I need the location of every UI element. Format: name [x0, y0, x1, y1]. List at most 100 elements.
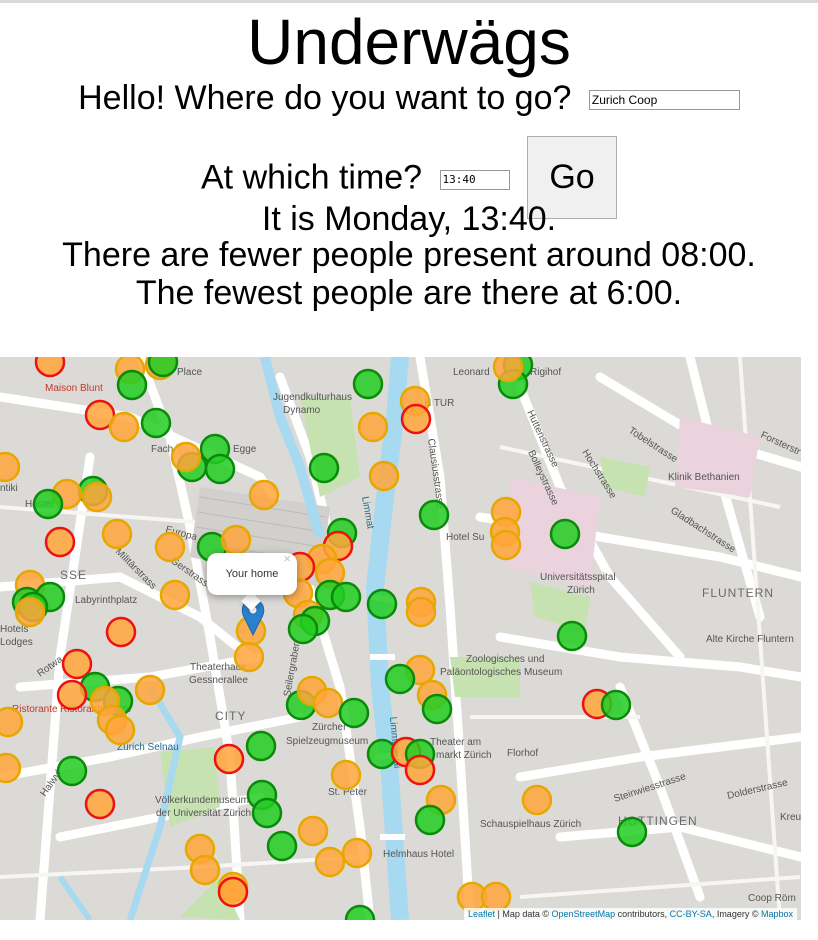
busyness-marker[interactable] [405, 596, 437, 628]
mapbox-link[interactable]: Mapbox [761, 909, 793, 919]
busyness-marker[interactable] [297, 815, 329, 847]
busyness-marker[interactable] [368, 460, 400, 492]
busyness-marker[interactable] [56, 679, 88, 711]
busyness-marker[interactable] [116, 369, 148, 401]
map-label: der Universität Zürich [156, 808, 251, 819]
busyness-marker[interactable] [81, 481, 113, 513]
busyness-marker[interactable] [217, 876, 249, 908]
busyness-marker[interactable] [490, 529, 522, 561]
busyness-marker[interactable] [134, 674, 166, 706]
map-label: Leonard [453, 367, 490, 378]
map-label: Zürcher [312, 722, 347, 733]
busyness-marker[interactable] [308, 452, 340, 484]
busyness-marker[interactable] [480, 881, 512, 913]
busyness-marker[interactable] [0, 706, 24, 738]
busyness-marker[interactable] [330, 581, 362, 613]
map-label: Spielzeugmuseum [286, 736, 368, 747]
busyness-marker[interactable] [314, 846, 346, 878]
busyness-marker[interactable] [616, 816, 648, 848]
popup-close-icon[interactable]: × [283, 538, 291, 580]
busyness-marker[interactable] [34, 357, 66, 378]
busyness-marker[interactable] [61, 648, 93, 680]
openstreetmap-link[interactable]: OpenStreetMap [552, 909, 616, 919]
busyness-marker[interactable] [170, 441, 202, 473]
destination-row: Hello! Where do you want to go? [0, 78, 818, 118]
map-label: Gessnerallee [189, 675, 248, 686]
map-label: markt Zürich [436, 750, 492, 761]
busyness-marker[interactable] [600, 689, 632, 721]
busyness-marker[interactable] [418, 499, 450, 531]
top-border [0, 0, 818, 3]
busyness-marker[interactable] [330, 759, 362, 791]
busyness-marker[interactable] [44, 526, 76, 558]
busyness-marker[interactable] [204, 453, 236, 485]
busyness-marker[interactable] [357, 411, 389, 443]
busyness-marker[interactable] [492, 357, 524, 383]
map-label: Dynamo [283, 405, 321, 416]
map-label: Universitätsspital [540, 572, 616, 583]
map-label: Florhof [507, 748, 538, 759]
busyness-marker[interactable] [105, 616, 137, 648]
busyness-marker[interactable] [404, 754, 436, 786]
map-label: Egge [233, 444, 257, 455]
busyness-marker[interactable] [338, 697, 370, 729]
busyness-marker[interactable] [248, 479, 280, 511]
busyness-marker[interactable] [366, 588, 398, 620]
map-label: ntiki [0, 483, 18, 494]
busyness-marker[interactable] [213, 743, 245, 775]
busyness-marker[interactable] [14, 596, 46, 628]
map-label: Zoologisches und [466, 654, 544, 665]
busyness-marker[interactable] [159, 579, 191, 611]
busyness-marker[interactable] [0, 752, 22, 784]
busyness-marker[interactable] [189, 854, 221, 886]
busyness-marker[interactable] [556, 620, 588, 652]
map-label: Coop Röm [748, 893, 796, 904]
busyness-marker[interactable] [400, 403, 432, 435]
home-popup: Your home × [207, 551, 297, 595]
map-label: Alte Kirche Fluntern [706, 634, 794, 645]
time-input[interactable] [439, 169, 510, 190]
busyness-marker[interactable] [220, 524, 252, 556]
busyness-marker[interactable] [549, 518, 581, 550]
busyness-marker[interactable] [233, 641, 265, 673]
destination-question: Hello! Where do you want to go? [78, 79, 572, 117]
busyness-marker[interactable] [521, 784, 553, 816]
busyness-marker[interactable] [266, 830, 298, 862]
map-label: Lodges [0, 637, 33, 648]
busyness-marker[interactable] [108, 411, 140, 443]
destination-input[interactable] [588, 90, 740, 111]
map-label: Fach [151, 444, 173, 455]
busyness-marker[interactable] [101, 518, 133, 550]
map-label: FLUNTERN [702, 586, 774, 600]
busyness-marker[interactable] [421, 693, 453, 725]
map-label: Paläontologisches Museum [440, 667, 562, 678]
busyness-marker[interactable] [245, 730, 277, 762]
busyness-marker[interactable] [414, 804, 446, 836]
app-title: Underwägs [247, 6, 571, 78]
map-label: Schauspielhaus Zürich [480, 819, 581, 830]
map-label: Kreu [780, 812, 801, 823]
busyness-marker[interactable] [104, 714, 136, 746]
busyness-marker[interactable] [287, 613, 319, 645]
busyness-marker[interactable] [56, 755, 88, 787]
map[interactable]: Maison Blunt Jugendkulturhaus Dynamo Leonar… [0, 357, 801, 920]
busyness-marker[interactable] [140, 407, 172, 439]
map-label: Rigihof [530, 367, 561, 378]
license-link[interactable]: CC-BY-SA [670, 909, 712, 919]
map-label: Place [177, 367, 202, 378]
busyness-marker[interactable] [312, 687, 344, 719]
map-tiles[interactable]: Maison Blunt Jugendkulturhaus Dynamo Leonar… [0, 357, 801, 920]
busyness-marker[interactable] [84, 788, 116, 820]
map-label: SSE [60, 568, 87, 582]
busyness-marker[interactable] [32, 488, 64, 520]
fewest-people-text: The fewest people are there at 6:00. [135, 274, 683, 312]
busyness-marker[interactable] [352, 368, 384, 400]
leaflet-link[interactable]: Leaflet [468, 909, 495, 919]
map-label: CITY [215, 709, 246, 723]
busyness-marker[interactable] [147, 357, 179, 378]
busyness-marker[interactable] [0, 451, 21, 483]
busyness-marker[interactable] [384, 663, 416, 695]
busyness-marker[interactable] [341, 837, 373, 869]
busyness-marker[interactable] [251, 797, 283, 829]
busyness-marker[interactable] [154, 531, 186, 563]
